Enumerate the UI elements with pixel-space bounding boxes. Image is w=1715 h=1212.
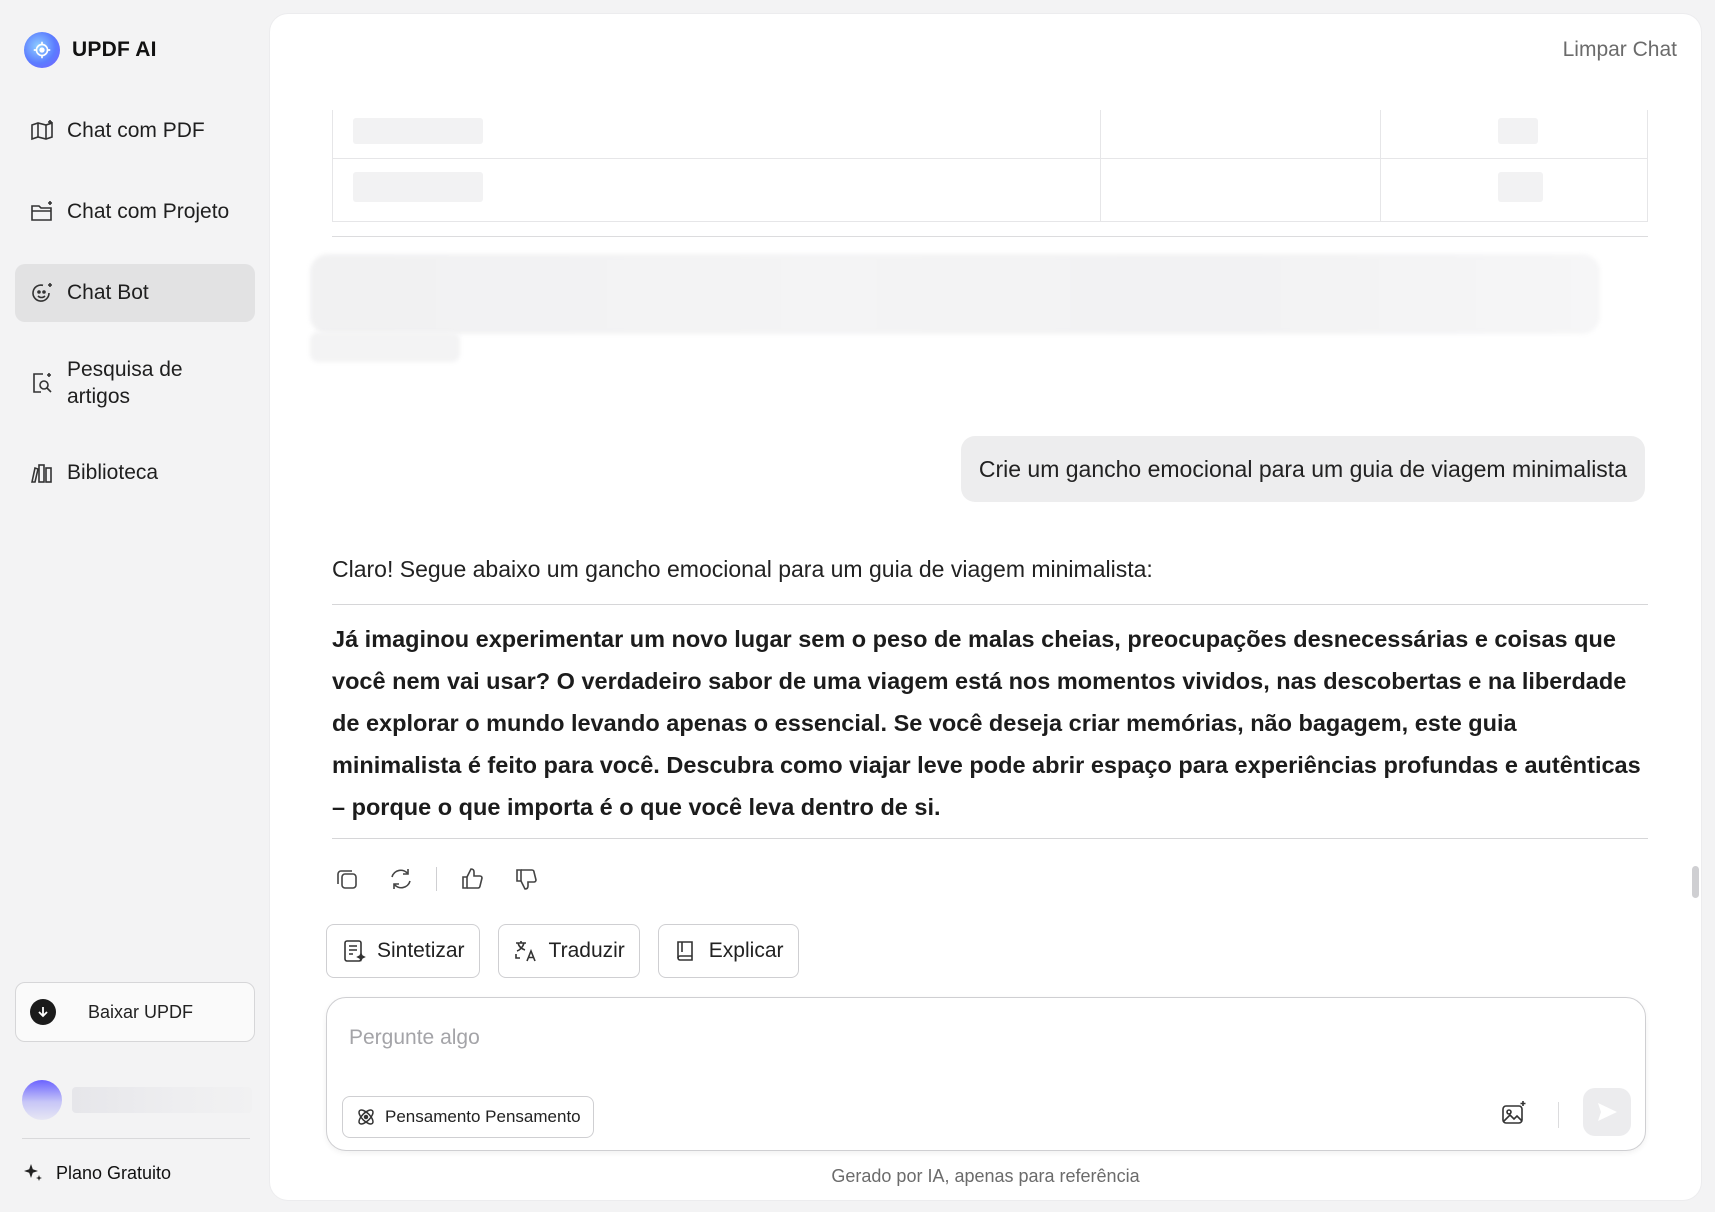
- download-updf-button[interactable]: Baixar UPDF: [15, 982, 255, 1042]
- sidebar-nav: Chat com PDF Chat com Projeto Chat Bot P…: [15, 102, 255, 525]
- sidebar-item-chat-pdf[interactable]: Chat com PDF: [15, 102, 255, 160]
- chip-label: Explicar: [708, 939, 784, 962]
- chip-label: Traduzir: [548, 939, 625, 962]
- thumbs-up-button[interactable]: [457, 864, 487, 894]
- message-divider: [332, 236, 1648, 237]
- sidebar-item-label: Chat com PDF: [67, 119, 205, 142]
- redacted-cell: [353, 172, 483, 202]
- library-icon: [29, 460, 55, 486]
- doc-search-icon: [29, 370, 55, 396]
- sidebar-item-biblioteca[interactable]: Biblioteca: [15, 444, 255, 502]
- thinking-toggle[interactable]: Pensamento Pensamento: [342, 1096, 594, 1138]
- copy-icon: [337, 870, 357, 889]
- summarize-icon: [344, 940, 366, 962]
- refresh-icon: [391, 869, 411, 889]
- answer-divider-bottom: [332, 838, 1648, 839]
- thumbs-down-button[interactable]: [511, 864, 541, 894]
- redacted-cell: [1498, 172, 1543, 202]
- table-row-divider: [333, 158, 1647, 159]
- assistant-intro: Claro! Segue abaixo um gancho emocional …: [332, 556, 1153, 582]
- previous-table-redacted: [332, 110, 1648, 222]
- translate-button[interactable]: Traduzir: [497, 924, 640, 978]
- book-sparkle-icon: [29, 118, 55, 144]
- sidebar-item-label: Chat com Projeto: [67, 200, 230, 223]
- chip-label: Sintetizar: [377, 939, 465, 962]
- previous-text-redacted: [310, 254, 1600, 334]
- plan-label: Plano Gratuito: [56, 1162, 172, 1183]
- ai-disclaimer: Gerado por IA, apenas para referência: [831, 1166, 1140, 1186]
- message-actions: [332, 864, 541, 894]
- brand-name: UPDF AI: [72, 38, 157, 61]
- send-icon: [1598, 1103, 1617, 1121]
- user-message: Crie um gancho emocional para um guia de…: [960, 436, 1645, 502]
- thumbs-up-icon: [462, 868, 483, 889]
- regenerate-button[interactable]: [386, 864, 416, 894]
- thinking-label: Pensamento Pensamento: [385, 1107, 581, 1126]
- updf-logo-icon: [24, 32, 60, 68]
- sidebar-item-pesquisa[interactable]: Pesquisa de artigos: [15, 345, 255, 421]
- message-input[interactable]: [349, 1018, 1349, 1058]
- folder-sparkle-icon: [29, 199, 55, 225]
- sidebar-item-chat-bot[interactable]: Chat Bot: [15, 264, 255, 322]
- upload-image-button[interactable]: [1497, 1096, 1531, 1130]
- translate-icon: [514, 941, 536, 962]
- sidebar-divider: [22, 1138, 250, 1139]
- explain-button[interactable]: Explicar: [657, 924, 799, 978]
- chat-panel: Limpar Chat Crie um gancho emocional par…: [270, 14, 1701, 1200]
- quick-actions: Sintetizar Traduzir Explicar: [326, 924, 799, 978]
- download-label: Baixar UPDF: [88, 1001, 194, 1022]
- copy-button[interactable]: [332, 864, 362, 894]
- download-icon: [30, 999, 56, 1025]
- bot-face-icon: [29, 280, 55, 306]
- actions-separator: [436, 867, 437, 891]
- message-composer: Pensamento Pensamento: [326, 997, 1646, 1151]
- answer-divider-top: [332, 604, 1648, 605]
- composer-separator: [1558, 1102, 1559, 1128]
- brand[interactable]: UPDF AI: [24, 32, 157, 68]
- book-icon: [676, 941, 693, 961]
- user-account[interactable]: [22, 1078, 252, 1122]
- send-button[interactable]: [1583, 1088, 1631, 1136]
- image-sparkle-icon: [1502, 1101, 1526, 1124]
- sidebar-item-label: Pesquisa de artigos: [67, 358, 183, 408]
- summarize-button[interactable]: Sintetizar: [326, 924, 480, 978]
- previous-text-redacted: [310, 332, 460, 362]
- user-name-redacted: [72, 1087, 252, 1113]
- thumbs-down-icon: [516, 869, 537, 890]
- avatar: [22, 1080, 62, 1120]
- sidebar: UPDF AI Chat com PDF Chat com Projeto Ch…: [0, 0, 270, 1212]
- table-col-divider: [1380, 110, 1381, 221]
- clear-chat-button[interactable]: Limpar Chat: [1563, 38, 1677, 62]
- redacted-cell: [353, 118, 483, 144]
- assistant-answer: Já imaginou experimentar um novo lugar s…: [332, 626, 1641, 820]
- table-col-divider: [1100, 110, 1101, 221]
- plan-link[interactable]: Plano Gratuito: [22, 1162, 171, 1184]
- redacted-cell: [1498, 118, 1538, 144]
- chat-scrollbar[interactable]: [1692, 866, 1699, 898]
- sparkle-icon: [24, 1164, 42, 1181]
- sidebar-item-label: Chat Bot: [67, 281, 149, 304]
- sidebar-item-label: Biblioteca: [67, 461, 159, 484]
- atom-icon: [358, 1109, 374, 1125]
- sidebar-item-chat-projeto[interactable]: Chat com Projeto: [15, 183, 255, 241]
